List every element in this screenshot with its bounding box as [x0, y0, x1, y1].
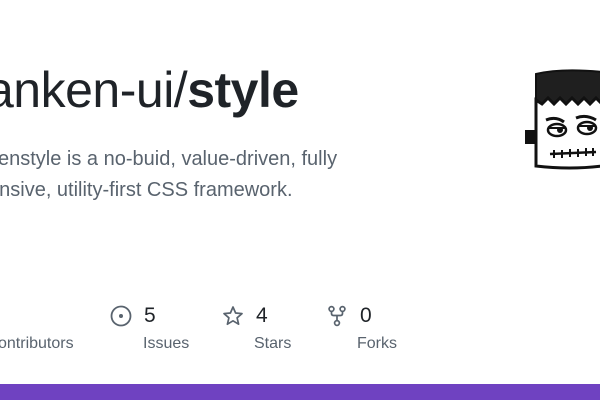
stat-stars[interactable]: 4 Stars: [222, 302, 291, 362]
stat-forks-label: Forks: [357, 335, 397, 352]
stat-stars-count: 4: [256, 304, 268, 327]
repo-title[interactable]: anken-ui/style: [0, 60, 299, 120]
stat-stars-label: Stars: [254, 335, 292, 352]
frankenstein-monster-icon: [522, 68, 600, 172]
stat-contributors[interactable]: ontributors: [0, 302, 74, 362]
stat-issues-label: Issues: [143, 335, 190, 352]
stat-forks-count: 0: [360, 304, 372, 327]
stat-issues-count: 5: [144, 304, 156, 327]
stat-forks[interactable]: 0 Forks: [326, 302, 397, 362]
stat-issues[interactable]: 5 Issues: [110, 302, 189, 362]
fork-icon: [326, 305, 348, 327]
repo-description-line-1: kenstyle is a no-buid, value-driven, ful…: [0, 148, 338, 170]
star-icon: [222, 305, 244, 327]
repo-description-line-2: onsive, utility-first CSS framework.: [0, 179, 293, 201]
stat-contributors-label: ontributors: [0, 335, 74, 352]
issue-icon: [110, 305, 132, 327]
repo-name: style: [187, 62, 299, 118]
repo-description: kenstyle is a no-buid, value-driven, ful…: [0, 144, 408, 206]
repo-owner: anken-ui/: [0, 62, 188, 118]
repo-stats: ontributors 5 Issues 4 Stars 0 Forks: [0, 302, 600, 362]
brand-accent-bar: [0, 384, 600, 400]
repo-social-card: anken-ui/style kenstyle is a no-buid, va…: [0, 0, 600, 400]
